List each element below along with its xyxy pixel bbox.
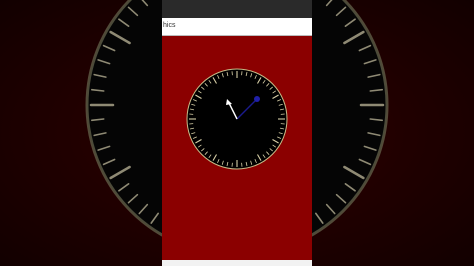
analog-clock-icon <box>186 68 288 170</box>
clock-canvas <box>162 36 312 260</box>
app-title: hics <box>163 22 176 29</box>
phone-screen: hics <box>162 0 312 266</box>
navigation-bar <box>162 260 312 266</box>
status-bar <box>162 0 312 18</box>
app-bar: hics <box>162 18 312 36</box>
hour-hand-tip <box>254 96 260 102</box>
